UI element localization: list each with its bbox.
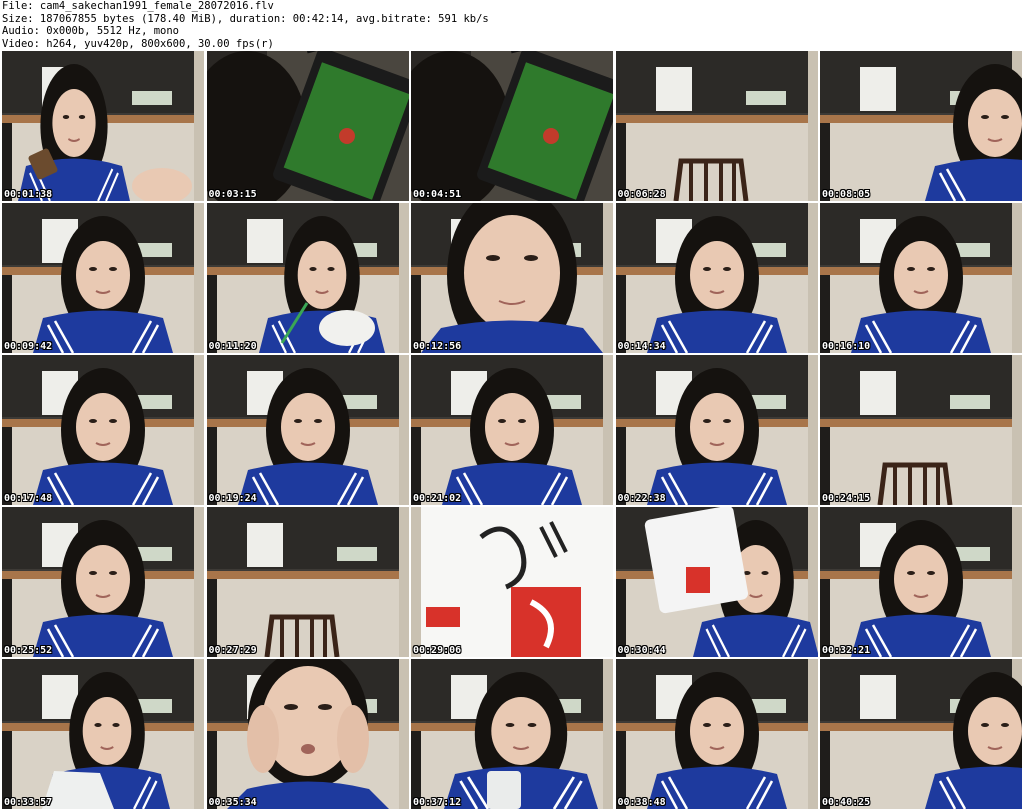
thumbnail-timestamp: 00:22:38: [617, 493, 666, 504]
thumbnail-timestamp: 00:01:38: [4, 189, 53, 200]
thumbnail-timestamp: 00:30:44: [617, 645, 666, 656]
thumbnail-timestamp: 00:24:15: [822, 493, 871, 504]
thumbnail-4: 00:06:28: [615, 51, 818, 201]
thumbnail-1: 00:01:38: [2, 51, 204, 201]
thumbnail-image: [615, 507, 818, 657]
thumbnail-timestamp: 00:11:20: [208, 341, 257, 352]
thumbnail-image: [2, 51, 204, 201]
thumbnail-23: 00:37:12: [411, 659, 613, 809]
thumbnail-timestamp: 00:08:05: [822, 189, 871, 200]
thumbnail-timestamp: 00:03:15: [208, 189, 257, 200]
thumbnail-15: 00:24:15: [820, 355, 1022, 505]
thumbnail-timestamp: 00:04:51: [413, 189, 462, 200]
thumbnail-10: 00:16:10: [820, 203, 1022, 353]
thumbnail-image: [2, 659, 204, 809]
thumbnail-image: [206, 659, 409, 809]
thumbnail-image: [820, 507, 1022, 657]
thumbnail-image: [411, 51, 613, 201]
thumbnail-11: 00:17:48: [2, 355, 204, 505]
thumbnail-7: 00:11:20: [206, 203, 409, 353]
thumbnail-image: [206, 355, 409, 505]
thumbnail-timestamp: 00:40:25: [822, 797, 871, 808]
thumbnail-image: [615, 659, 818, 809]
thumbnail-2: 00:03:15: [206, 51, 409, 201]
file-info-header: File: cam4_sakechan1991_female_28072016.…: [2, 0, 489, 50]
thumbnail-timestamp: 00:09:42: [4, 341, 53, 352]
thumbnail-12: 00:19:24: [206, 355, 409, 505]
thumbnail-image: [820, 355, 1022, 505]
thumbnail-18: 00:29:06: [411, 507, 613, 657]
thumbnail-image: [411, 659, 613, 809]
thumbnail-image: [206, 507, 409, 657]
thumbnail-image: [411, 203, 613, 353]
thumbnail-timestamp: 00:33:57: [4, 797, 53, 808]
thumbnail-24: 00:38:48: [615, 659, 818, 809]
thumbnail-16: 00:25:52: [2, 507, 204, 657]
thumbnail-timestamp: 00:16:10: [822, 341, 871, 352]
thumbnail-25: 00:40:25: [820, 659, 1022, 809]
thumbnail-13: 00:21:02: [411, 355, 613, 505]
audio-info-line: Audio: 0x000b, 5512 Hz, mono: [2, 25, 180, 37]
thumbnail-6: 00:09:42: [2, 203, 204, 353]
thumbnail-17: 00:27:29: [206, 507, 409, 657]
thumbnail-image: [206, 203, 409, 353]
thumbnail-grid: 00:01:38 00:03:15 00:04:51 00:06:28 00:0…: [2, 51, 1022, 811]
thumbnail-timestamp: 00:06:28: [617, 189, 666, 200]
thumbnail-image: [820, 203, 1022, 353]
thumbnail-image: [820, 51, 1022, 201]
thumbnail-19: 00:30:44: [615, 507, 818, 657]
thumbnail-image: [2, 203, 204, 353]
thumbnail-timestamp: 00:25:52: [4, 645, 53, 656]
thumbnail-image: [615, 51, 818, 201]
thumbnail-image: [411, 355, 613, 505]
thumbnail-timestamp: 00:14:34: [617, 341, 666, 352]
thumbnail-image: [411, 507, 613, 657]
thumbnail-timestamp: 00:21:02: [413, 493, 462, 504]
video-info-line: Video: h264, yuv420p, 800x600, 30.00 fps…: [2, 37, 274, 50]
thumbnail-timestamp: 00:19:24: [208, 493, 257, 504]
thumbnail-image: [615, 355, 818, 505]
thumbnail-21: 00:33:57: [2, 659, 204, 809]
thumbnail-timestamp: 00:29:06: [413, 645, 462, 656]
thumbnail-14: 00:22:38: [615, 355, 818, 505]
thumbnail-image: [2, 355, 204, 505]
thumbnail-3: 00:04:51: [411, 51, 613, 201]
thumbnail-5: 00:08:05: [820, 51, 1022, 201]
thumbnail-timestamp: 00:38:48: [617, 797, 666, 808]
file-size-line: Size: 187067855 bytes (178.40 MiB), dura…: [2, 12, 489, 25]
thumbnail-timestamp: 00:35:34: [208, 797, 257, 808]
thumbnail-timestamp: 00:37:12: [413, 797, 462, 808]
thumbnail-timestamp: 00:12:56: [413, 341, 462, 352]
thumbnail-22: 00:35:34: [206, 659, 409, 809]
thumbnail-9: 00:14:34: [615, 203, 818, 353]
thumbnail-image: [206, 51, 409, 201]
thumbnail-image: [820, 659, 1022, 809]
thumbnail-image: [615, 203, 818, 353]
file-name-line: File: cam4_sakechan1991_female_28072016.…: [2, 0, 274, 12]
thumbnail-image: [2, 507, 204, 657]
thumbnail-20: 00:32:21: [820, 507, 1022, 657]
thumbnail-timestamp: 00:27:29: [208, 645, 257, 656]
thumbnail-8: 00:12:56: [411, 203, 613, 353]
thumbnail-timestamp: 00:17:48: [4, 493, 53, 504]
thumbnail-timestamp: 00:32:21: [822, 645, 871, 656]
